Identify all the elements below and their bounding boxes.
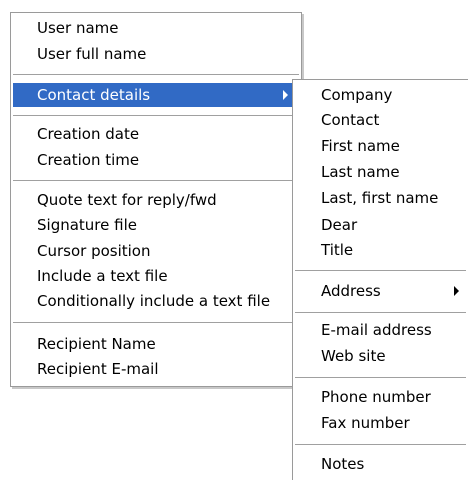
- menu-item-signature-file[interactable]: Signature file: [11, 213, 301, 237]
- submenu-item-first-name[interactable]: First name: [293, 134, 468, 158]
- menu-item-recipient-name[interactable]: Recipient Name: [11, 332, 301, 356]
- menu-item-recipient-email[interactable]: Recipient E-mail: [11, 357, 301, 381]
- submenu-item-last-first-name[interactable]: Last, first name: [293, 186, 468, 210]
- menu-item-label: First name: [321, 137, 400, 155]
- menu-item-label: Dear: [321, 216, 358, 234]
- submenu-item-email-address[interactable]: E-mail address: [293, 318, 468, 342]
- main-context-menu: User name User full name Contact details…: [10, 12, 302, 387]
- submenu-arrow-icon: [283, 90, 288, 100]
- menu-item-label: Creation date: [37, 125, 140, 143]
- menu-item-label: User full name: [37, 45, 147, 63]
- menu-item-label: Phone number: [321, 388, 431, 406]
- screen: { "main_menu": { "group1": ["User name",…: [0, 0, 468, 480]
- menu-item-label: Signature file: [37, 216, 137, 234]
- menu-item-label: Title: [321, 241, 354, 259]
- submenu-item-address[interactable]: Address: [293, 279, 468, 303]
- submenu-item-web-site[interactable]: Web site: [293, 344, 468, 368]
- menu-item-user-name[interactable]: User name: [11, 16, 301, 40]
- menu-item-conditionally-include[interactable]: Conditionally include a text file: [11, 289, 301, 313]
- menu-item-user-full-name[interactable]: User full name: [11, 42, 301, 66]
- menu-item-cursor-position[interactable]: Cursor position: [11, 239, 301, 263]
- menu-separator: [13, 74, 299, 76]
- menu-item-contact-details[interactable]: Contact details: [13, 83, 299, 107]
- menu-item-label: Contact: [321, 111, 380, 129]
- submenu-item-last-name[interactable]: Last name: [293, 160, 468, 184]
- menu-separator: [295, 270, 466, 272]
- menu-separator: [295, 444, 466, 446]
- menu-separator: [13, 180, 299, 182]
- menu-item-label: Cursor position: [37, 242, 151, 260]
- menu-separator: [295, 312, 466, 314]
- menu-item-label: Last name: [321, 163, 400, 181]
- menu-item-creation-date[interactable]: Creation date: [11, 122, 301, 146]
- submenu-arrow-icon: [454, 286, 459, 296]
- menu-item-label: Notes: [321, 455, 365, 473]
- menu-item-label: Quote text for reply/fwd: [37, 191, 217, 209]
- contact-details-submenu: Company Contact First name Last name Las…: [292, 79, 468, 480]
- menu-separator: [295, 377, 466, 379]
- menu-item-label: User name: [37, 19, 119, 37]
- menu-item-quote-text[interactable]: Quote text for reply/fwd: [11, 188, 301, 212]
- submenu-item-company[interactable]: Company: [293, 83, 468, 107]
- menu-item-label: Creation time: [37, 151, 140, 169]
- menu-item-include-text-file[interactable]: Include a text file: [11, 264, 301, 288]
- menu-item-label: Address: [321, 282, 381, 300]
- menu-item-label: Recipient E-mail: [37, 360, 159, 378]
- submenu-item-title[interactable]: Title: [293, 238, 468, 262]
- menu-item-label: Recipient Name: [37, 335, 156, 353]
- submenu-item-contact[interactable]: Contact: [293, 108, 468, 132]
- menu-item-label: Conditionally include a text file: [37, 292, 271, 310]
- menu-separator: [13, 115, 299, 117]
- menu-item-label: Web site: [321, 347, 386, 365]
- menu-item-label: Include a text file: [37, 267, 168, 285]
- menu-item-creation-time[interactable]: Creation time: [11, 148, 301, 172]
- submenu-item-dear[interactable]: Dear: [293, 213, 468, 237]
- submenu-item-phone-number[interactable]: Phone number: [293, 385, 468, 409]
- menu-separator: [13, 322, 299, 324]
- submenu-item-notes[interactable]: Notes: [293, 452, 468, 476]
- menu-item-label: Contact details: [37, 86, 151, 104]
- menu-item-label: Fax number: [321, 414, 410, 432]
- menu-item-label: Company: [321, 86, 393, 104]
- menu-item-label: Last, first name: [321, 189, 439, 207]
- menu-item-label: E-mail address: [321, 321, 432, 339]
- submenu-item-fax-number[interactable]: Fax number: [293, 411, 468, 435]
